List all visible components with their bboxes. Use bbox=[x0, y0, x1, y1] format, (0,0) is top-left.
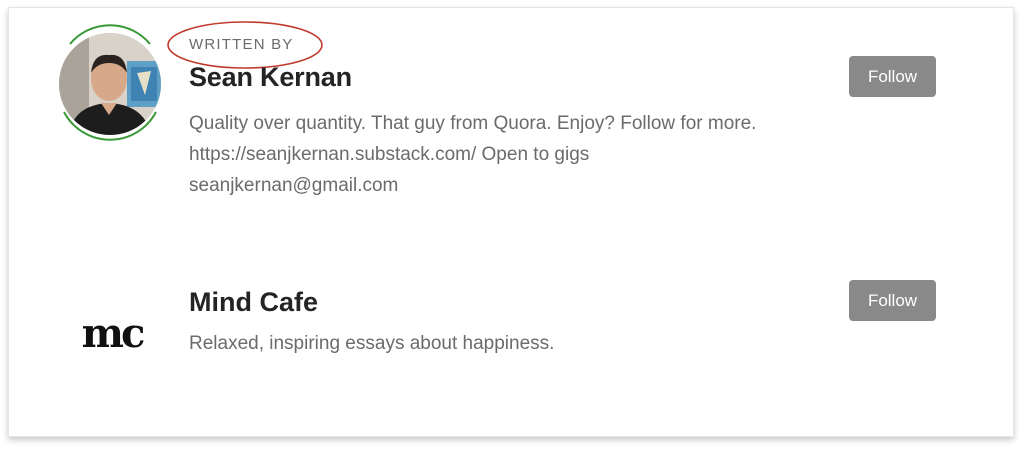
publication-name[interactable]: Mind Cafe bbox=[189, 287, 318, 318]
follow-publication-button[interactable]: Follow bbox=[849, 280, 936, 321]
written-by-label: WRITTEN BY bbox=[189, 36, 294, 53]
publication-description: Relaxed, inspiring essays about happines… bbox=[189, 333, 555, 354]
follow-author-button[interactable]: Follow bbox=[849, 56, 936, 97]
author-bio: Quality over quantity. That guy from Quo… bbox=[189, 113, 757, 196]
author-name[interactable]: Sean Kernan bbox=[189, 62, 352, 93]
author-avatar[interactable] bbox=[59, 33, 161, 135]
mind-cafe-logo-text: mc bbox=[82, 314, 144, 354]
author-photo bbox=[59, 33, 161, 135]
mind-cafe-logo[interactable]: mc bbox=[72, 314, 152, 354]
